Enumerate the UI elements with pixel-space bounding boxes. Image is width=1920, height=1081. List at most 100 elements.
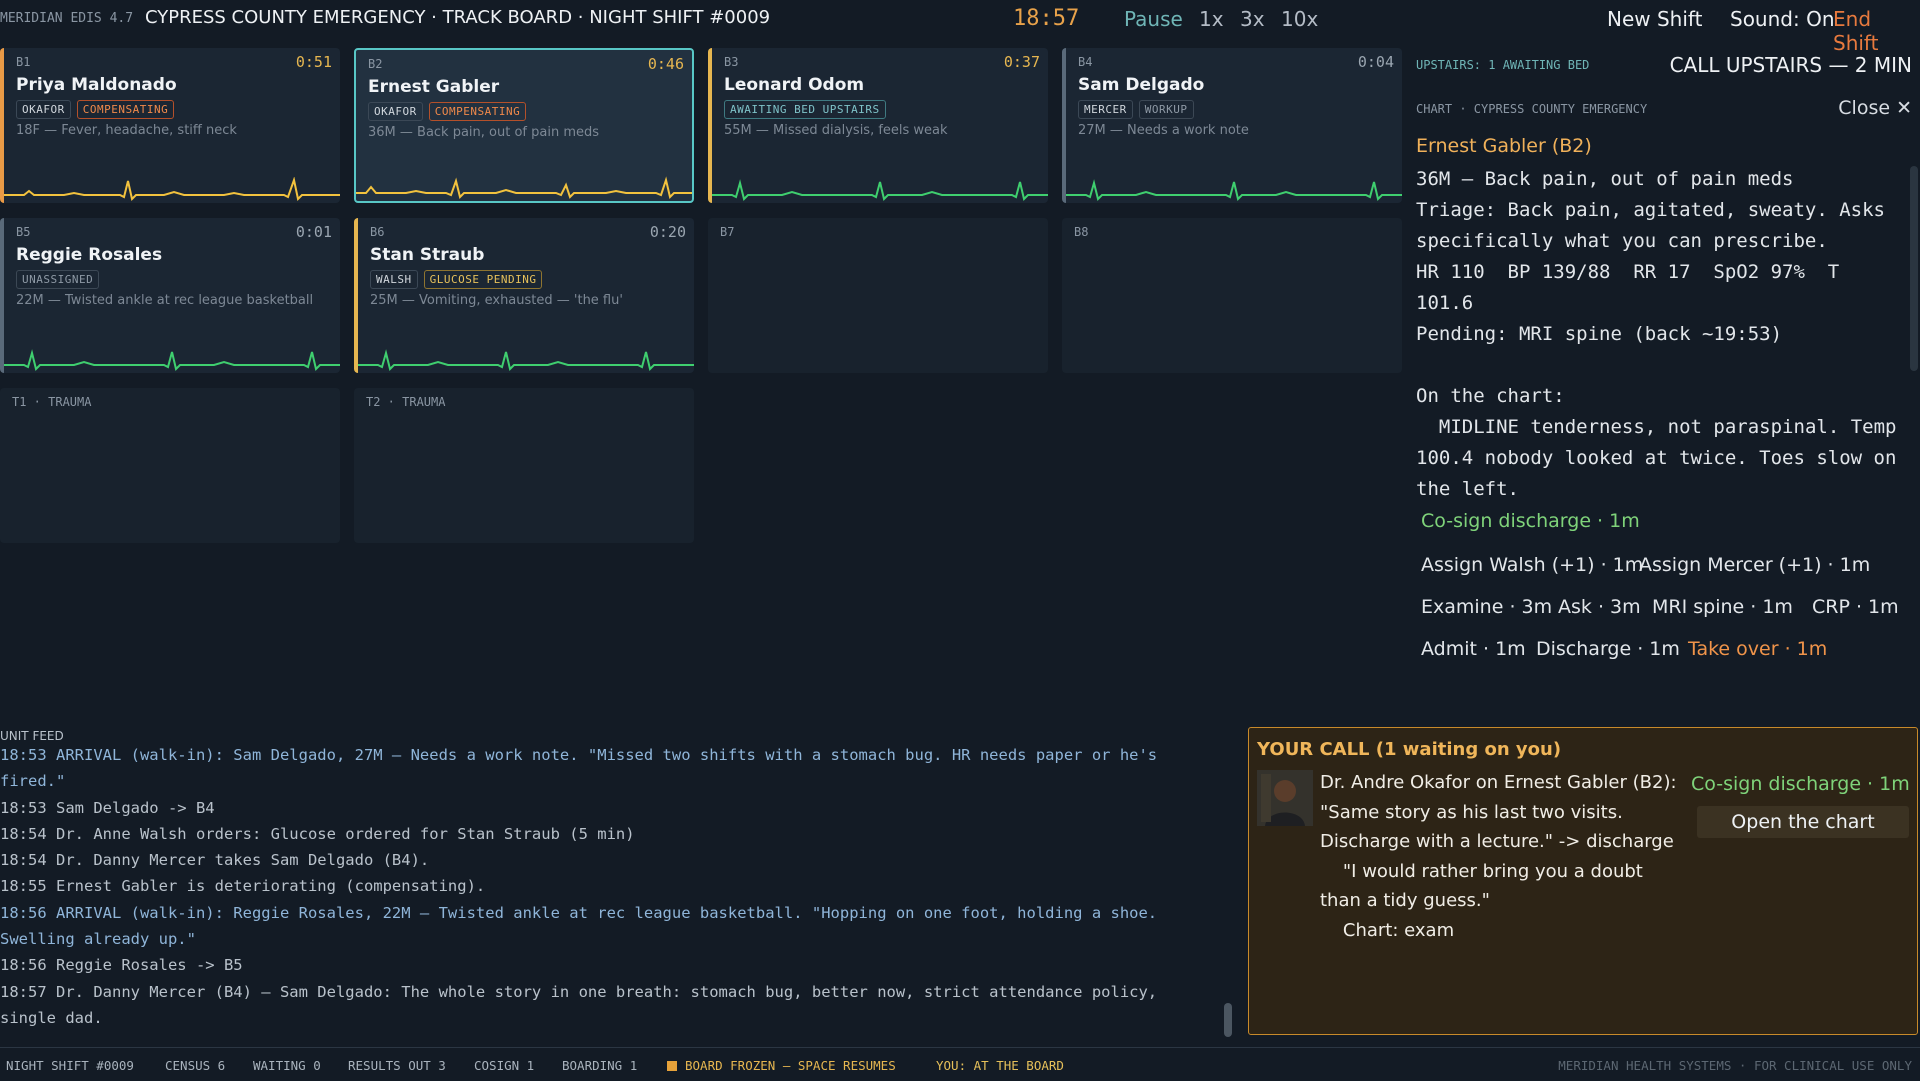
patient-name: Ernest Gabler <box>368 77 500 97</box>
bed-label: B4 <box>1078 55 1093 69</box>
top-bar: MERIDIAN EDIS 4.7 CYPRESS COUNTY EMERGEN… <box>0 0 1920 55</box>
call-upstairs-button[interactable]: CALL UPSTAIRS — 2 MIN <box>1670 53 1912 77</box>
footer-text: MERIDIAN HEALTH SYSTEMS · FOR CLINICAL U… <box>1558 1058 1912 1073</box>
cosign-discharge-button[interactable]: Co-sign discharge · 1m <box>1416 507 1645 535</box>
bed-timer: 0:01 <box>295 223 332 241</box>
bed-card-t1[interactable]: T1 · TRAUMA <box>0 388 340 543</box>
bed-timer: 0:37 <box>1003 53 1040 71</box>
status-tag: WORKUP <box>1138 100 1194 119</box>
status-you: YOU: AT THE BOARD <box>936 1058 1064 1073</box>
status-tag: UNASSIGNED <box>16 270 100 289</box>
crp-button[interactable]: CRP · 1m <box>1807 593 1904 621</box>
status-cosign: COSIGN 1 <box>474 1058 535 1073</box>
frozen-square-icon <box>667 1061 677 1071</box>
feed-entry: 18:53 ARRIVAL (walk-in): Sam Delgado, 27… <box>0 746 1158 791</box>
assign-mercer-button[interactable]: Assign Mercer (+1) · 1m <box>1634 551 1875 579</box>
bed-card-b6[interactable]: B6 0:20 Stan Straub WALSH GLUCOSE PENDIN… <box>354 218 694 373</box>
speed-10x-button[interactable]: 10x <box>1281 7 1318 31</box>
doctor-tag: MERCER <box>1078 100 1133 119</box>
feed-scrollbar[interactable] <box>1224 1003 1232 1037</box>
bed-label: T1 · TRAUMA <box>12 395 92 409</box>
patient-name: Reggie Rosales <box>16 245 163 265</box>
chart-header: CHART · CYPRESS COUNTY EMERGENCY <box>1416 102 1648 116</box>
bed-card-b7[interactable]: B7 <box>708 218 1048 373</box>
board-frozen-text: BOARD FROZEN — SPACE RESUMES <box>685 1058 896 1073</box>
bed-card-b4[interactable]: B4 0:04 Sam Delgado MERCER WORKUP 27M — … <box>1062 48 1402 203</box>
bed-timer: 0:46 <box>647 55 684 73</box>
ecg-trace <box>356 176 692 199</box>
admit-button[interactable]: Admit · 1m <box>1416 635 1531 663</box>
patient-name: Leonard Odom <box>724 75 865 95</box>
ecg-trace <box>4 177 340 201</box>
chief-complaint: 18F — Fever, headache, stiff neck <box>16 123 237 138</box>
chief-complaint: 27M — Needs a work note <box>1078 123 1249 138</box>
bed-timer: 0:04 <box>1357 53 1394 71</box>
ecg-trace <box>358 349 694 371</box>
feed-entry: 18:56 Reggie Rosales -> B5 <box>0 956 243 975</box>
bed-timer: 0:20 <box>649 223 686 241</box>
ecg-trace <box>1066 179 1402 201</box>
bed-label: B7 <box>720 225 735 239</box>
new-shift-button[interactable]: New Shift <box>1607 7 1702 31</box>
discharge-button[interactable]: Discharge · 1m <box>1531 635 1685 663</box>
status-tag: AWAITING BED UPSTAIRS <box>724 100 886 119</box>
bed-label: B2 <box>368 57 383 71</box>
doctor-avatar <box>1257 770 1313 826</box>
bed-timer: 0:51 <box>295 53 332 71</box>
bed-card-b2[interactable]: B2 0:46 Ernest Gabler OKAFOR COMPENSATIN… <box>354 48 694 203</box>
feed-label: UNIT FEED <box>0 729 64 743</box>
examine-button[interactable]: Examine · 3m <box>1416 593 1557 621</box>
status-boarding: BOARDING 1 <box>562 1058 638 1073</box>
bed-card-b8[interactable]: B8 <box>1062 218 1402 373</box>
bed-label: B5 <box>16 225 31 239</box>
feed-entry: 18:54 Dr. Danny Mercer takes Sam Delgado… <box>0 851 430 870</box>
close-chart-button[interactable]: Close ✕ <box>1838 97 1912 119</box>
status-shift: NIGHT SHIFT #0009 <box>6 1058 134 1073</box>
patient-name: Sam Delgado <box>1078 75 1205 95</box>
status-tag: COMPENSATING <box>76 100 175 119</box>
bed-label: B6 <box>370 225 385 239</box>
ask-button[interactable]: Ask · 3m <box>1553 593 1646 621</box>
bed-label: B1 <box>16 55 31 69</box>
chart-title: Ernest Gabler (B2) <box>1416 135 1592 157</box>
status-results: RESULTS OUT 3 <box>348 1058 446 1073</box>
bed-card-t2[interactable]: T2 · TRAUMA <box>354 388 694 543</box>
pause-button[interactable]: Pause <box>1124 7 1183 31</box>
status-tag: COMPENSATING <box>428 102 527 121</box>
board-title: CYPRESS COUNTY EMERGENCY · TRACK BOARD ·… <box>145 7 771 28</box>
bed-label: B8 <box>1074 225 1089 239</box>
call-cosign-button[interactable]: Co-sign discharge · 1m <box>1691 773 1910 795</box>
assign-walsh-button[interactable]: Assign Walsh (+1) · 1m <box>1416 551 1648 579</box>
status-census: CENSUS 6 <box>165 1058 226 1073</box>
bed-card-b3[interactable]: B3 0:37 Leonard Odom AWAITING BED UPSTAI… <box>708 48 1048 203</box>
sound-toggle[interactable]: Sound: On <box>1730 7 1835 31</box>
chart-body: 36M — Back pain, out of pain meds Triage… <box>1416 168 1897 500</box>
doctor-tag: WALSH <box>370 270 418 289</box>
doctor-tag: OKAFOR <box>368 102 423 121</box>
chief-complaint: 36M — Back pain, out of pain meds <box>368 125 600 140</box>
chart-scrollbar[interactable] <box>1910 166 1918 371</box>
feed-entry: 18:54 Dr. Anne Walsh orders: Glucose ord… <box>0 824 635 843</box>
ecg-trace <box>4 349 340 371</box>
bed-card-b5[interactable]: B5 0:01 Reggie Rosales UNASSIGNED 22M — … <box>0 218 340 373</box>
bed-label: T2 · TRAUMA <box>366 395 446 409</box>
call-header: YOUR CALL (1 waiting on you) <box>1257 739 1562 760</box>
doctor-tag: OKAFOR <box>16 100 71 119</box>
open-chart-button[interactable]: Open the chart <box>1697 806 1909 838</box>
feed-entry: 18:55 Ernest Gabler is deteriorating (co… <box>0 877 486 896</box>
status-bar: NIGHT SHIFT #0009 CENSUS 6 WAITING 0 RES… <box>0 1047 1920 1081</box>
speed-1x-button[interactable]: 1x <box>1199 7 1224 31</box>
mri-spine-button[interactable]: MRI spine · 1m <box>1647 593 1798 621</box>
board-frozen-indicator: BOARD FROZEN — SPACE RESUMES <box>667 1058 896 1073</box>
take-over-button[interactable]: Take over · 1m <box>1683 635 1832 663</box>
bed-card-b1[interactable]: B1 0:51 Priya Maldonado OKAFOR COMPENSAT… <box>0 48 340 203</box>
chief-complaint: 55M — Missed dialysis, feels weak <box>724 123 948 138</box>
upstairs-status: UPSTAIRS: 1 AWAITING BED <box>1416 58 1590 72</box>
feed-entry: 18:53 Sam Delgado -> B4 <box>0 798 215 817</box>
call-message: Dr. Andre Okafor on Ernest Gabler (B2): … <box>1320 772 1677 941</box>
chief-complaint: 25M — Vomiting, exhausted — 'the flu' <box>370 293 623 308</box>
app-version: MERIDIAN EDIS 4.7 <box>0 11 134 26</box>
speed-3x-button[interactable]: 3x <box>1240 7 1265 31</box>
bed-label: B3 <box>724 55 739 69</box>
patient-name: Priya Maldonado <box>16 75 177 95</box>
